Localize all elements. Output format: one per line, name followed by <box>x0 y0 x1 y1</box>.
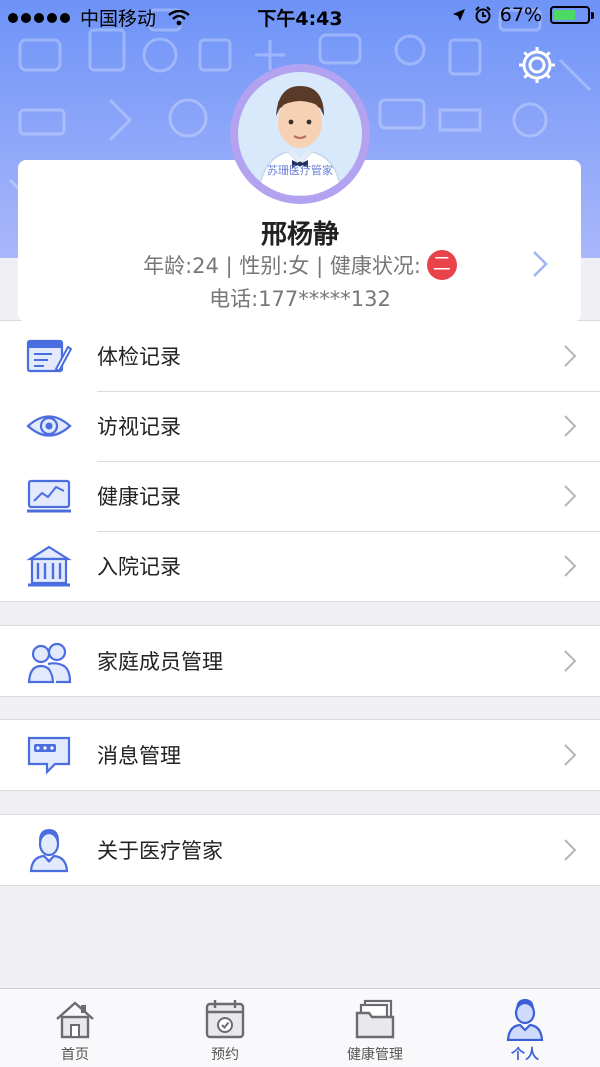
chevron-right-icon <box>564 345 576 367</box>
message-icon <box>27 736 71 775</box>
folder-icon <box>355 999 395 1039</box>
chevron-right-icon <box>564 555 576 577</box>
chevron-right-icon <box>564 839 576 861</box>
user-info: 年龄:24 | 性别:女 | 健康状况: 二 <box>0 250 600 280</box>
checkup-record-icon <box>26 339 72 373</box>
menu-item-health-record[interactable]: 健康记录 <box>0 461 600 531</box>
menu-label: 消息管理 <box>97 744 181 768</box>
menu-item-checkup-record[interactable]: 体检记录 <box>0 321 600 391</box>
menu-item-message-management[interactable]: 消息管理 <box>0 720 600 790</box>
menu-label: 入院记录 <box>97 555 181 579</box>
menu-section-messages: 消息管理 <box>0 719 600 791</box>
tab-health-management[interactable]: 健康管理 <box>300 989 450 1067</box>
profile-chevron-icon[interactable] <box>532 250 548 278</box>
chevron-right-icon <box>564 650 576 672</box>
menu-section-about: 关于医疗管家 <box>0 814 600 886</box>
tab-appointment[interactable]: 预约 <box>150 989 300 1067</box>
calendar-icon <box>205 1000 245 1039</box>
battery-icon <box>550 6 594 24</box>
avatar-caption: 苏珊医疗管家 <box>267 164 333 177</box>
doctor-icon <box>29 829 69 873</box>
health-status-badge: 二 <box>426 250 457 280</box>
tab-home[interactable]: 首页 <box>0 989 150 1067</box>
location-icon <box>452 9 465 21</box>
settings-gear-icon[interactable] <box>516 44 558 86</box>
menu-label: 访视记录 <box>97 415 181 439</box>
person-icon <box>506 999 544 1041</box>
tab-label: 个人 <box>511 1047 539 1063</box>
battery-percent: 67% <box>499 4 542 26</box>
menu-section-family: 家庭成员管理 <box>0 625 600 697</box>
menu-section-records: 体检记录 访视记录 健康记录 入院记录 <box>0 320 600 602</box>
eye-icon <box>26 415 72 437</box>
menu-item-about[interactable]: 关于医疗管家 <box>0 815 600 885</box>
menu-item-family-management[interactable]: 家庭成员管理 <box>0 626 600 696</box>
tab-personal[interactable]: 个人 <box>450 989 600 1067</box>
alarm-icon <box>475 6 491 24</box>
menu-label: 关于医疗管家 <box>97 839 223 863</box>
chevron-right-icon <box>564 415 576 437</box>
tab-label: 健康管理 <box>347 1047 403 1063</box>
status-right: 67% <box>452 4 594 26</box>
avatar-image: 苏珊医疗管家 <box>238 72 362 196</box>
tab-label: 预约 <box>211 1047 239 1063</box>
chevron-right-icon <box>564 485 576 507</box>
user-info-text: 年龄:24 | 性别:女 | 健康状况: <box>143 254 421 278</box>
user-phone: 电话:177*****132 <box>209 287 391 311</box>
home-icon <box>56 1001 94 1039</box>
health-chart-icon <box>27 479 71 513</box>
family-icon <box>27 642 72 684</box>
menu-label: 体检记录 <box>97 345 181 369</box>
hospital-icon <box>26 545 72 587</box>
menu-item-visit-record[interactable]: 访视记录 <box>0 391 600 461</box>
tab-label: 首页 <box>61 1047 89 1063</box>
menu-label: 家庭成员管理 <box>97 650 223 674</box>
avatar[interactable]: 苏珊医疗管家 <box>230 64 370 204</box>
chevron-right-icon <box>564 744 576 766</box>
status-bar: 中国移动 下午4:43 67% <box>0 0 600 34</box>
tab-bar: 首页 预约 健康管理 个人 <box>0 988 600 1067</box>
menu-item-admission-record[interactable]: 入院记录 <box>0 531 600 601</box>
menu-label: 健康记录 <box>97 485 181 509</box>
user-name: 邢杨静 <box>260 220 339 250</box>
